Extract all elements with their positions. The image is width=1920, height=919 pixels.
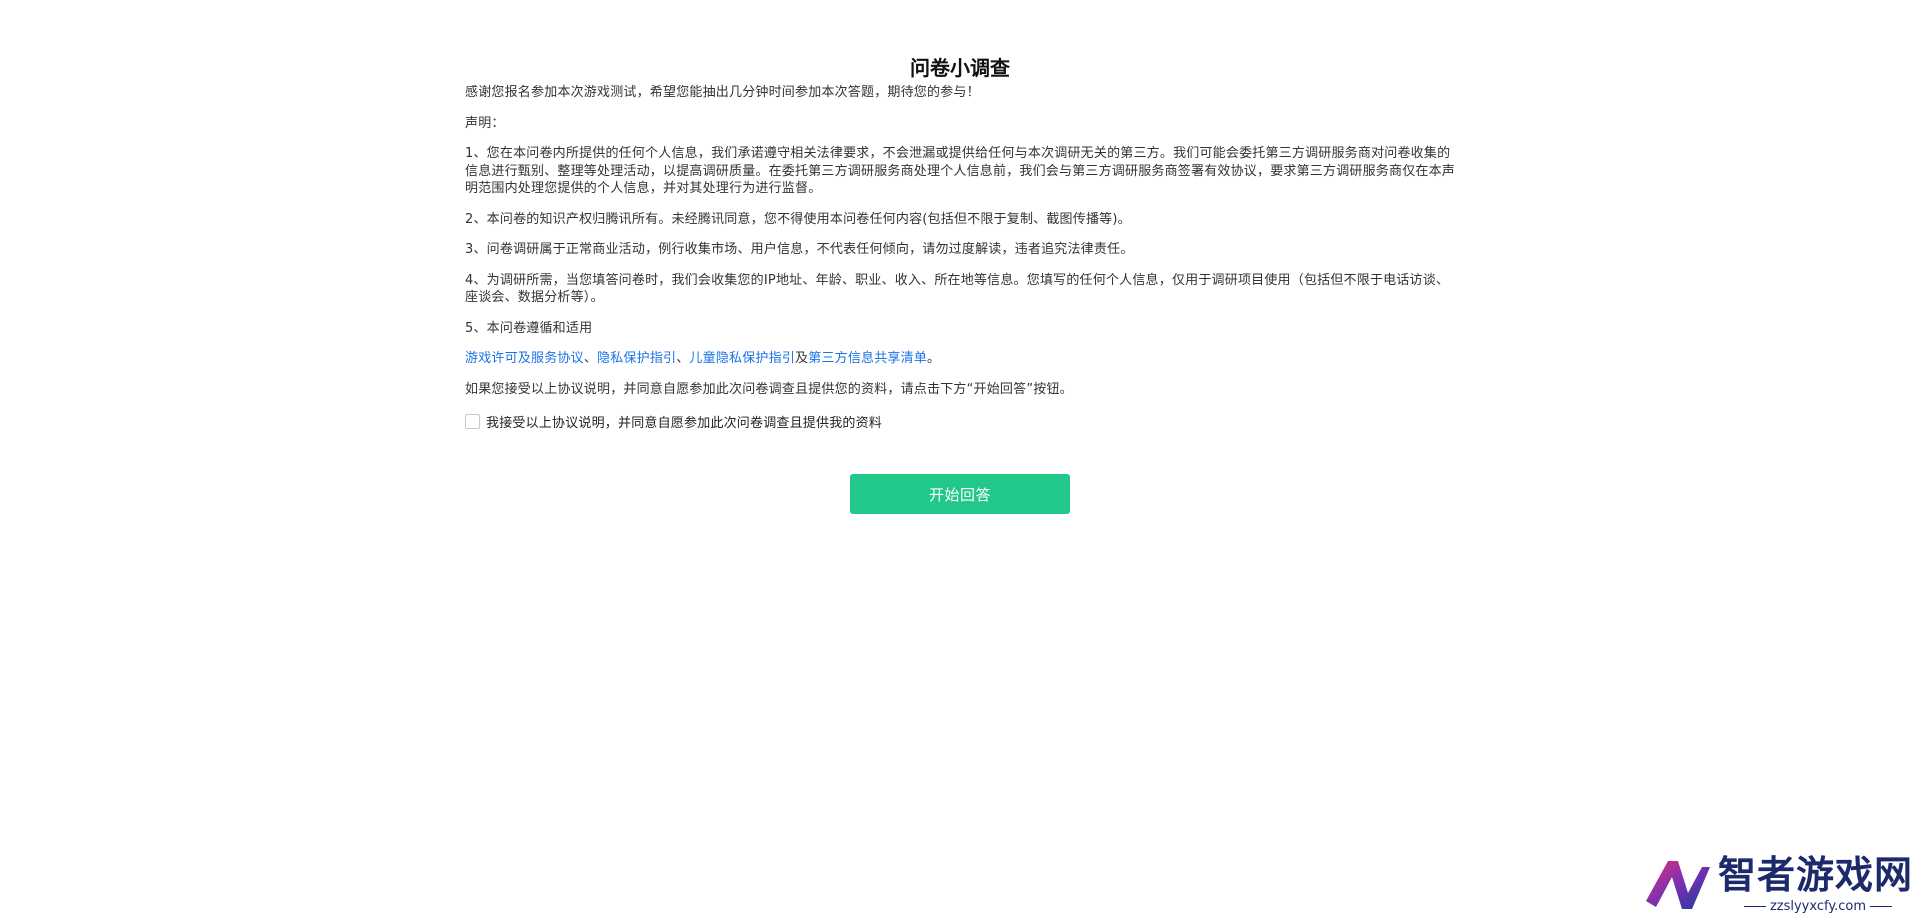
link-separator: 、 <box>676 351 690 366</box>
statement-item-4: 4、为调研所需，当您填答问卷时，我们会收集您的IP地址、年龄、职业、收入、所在地… <box>465 272 1450 306</box>
page: 问卷小调查 感谢您报名参加本次游戏测试，希望您能抽出几分钟时间参加本次答题，期待… <box>0 0 1920 919</box>
statement-item-3: 3、问卷调研属于正常商业活动，例行收集市场、用户信息，不代表任何倾向，请勿过度解… <box>465 242 1134 257</box>
link-separator: 及 <box>795 351 809 366</box>
agree-checkbox[interactable] <box>465 413 480 429</box>
agree-row[interactable]: 我接受以上协议说明，并同意自愿参加此次问卷调查且提供我的资料 <box>465 411 1455 431</box>
statement-item-1: 1、您在本问卷内所提供的任何个人信息，我们承诺遵守相关法律要求，不会泄漏或提供给… <box>465 146 1456 196</box>
third-party-sharing-list-link[interactable]: 第三方信息共享清单 <box>808 351 927 366</box>
agreement-links: 游戏许可及服务协议、隐私保护指引、儿童隐私保护指引及第三方信息共享清单。 <box>465 350 1455 368</box>
watermark-logo-icon <box>1646 861 1710 909</box>
intro-text: 感谢您报名参加本次游戏测试，希望您能抽出几分钟时间参加本次答题，期待您的参与！ <box>465 85 980 100</box>
watermark-site-url: zzslyyxcfy.com <box>1718 899 1918 915</box>
accept-note: 如果您接受以上协议说明，并同意自愿参加此次问卷调查且提供您的资料，请点击下方“开… <box>465 381 1073 397</box>
service-agreement-link[interactable]: 游戏许可及服务协议 <box>465 351 584 366</box>
start-answer-button[interactable]: 开始回答 <box>850 474 1070 514</box>
statement-item-5: 5、本问卷遵循和适用 <box>465 320 593 336</box>
link-end: 。 <box>927 351 941 366</box>
statement-item-2: 2、本问卷的知识产权归腾讯所有。未经腾讯同意，您不得使用本问卷任何内容(包括但不… <box>465 211 1131 227</box>
page-title: 问卷小调查 <box>910 56 1010 80</box>
survey-content: 问卷小调查 感谢您报名参加本次游戏测试，希望您能抽出几分钟时间参加本次答题，期待… <box>465 52 1455 431</box>
agree-checkbox-label[interactable]: 我接受以上协议说明，并同意自愿参加此次问卷调查且提供我的资料 <box>486 412 882 431</box>
privacy-guide-link[interactable]: 隐私保护指引 <box>597 351 676 366</box>
statement-label: 声明： <box>465 115 505 131</box>
link-separator: 、 <box>583 351 598 366</box>
child-privacy-guide-link[interactable]: 儿童隐私保护指引 <box>689 351 795 366</box>
site-watermark: 智者游戏网 zzslyyxcfy.com <box>1630 849 1920 919</box>
watermark-site-name: 智者游戏网 <box>1718 853 1914 897</box>
